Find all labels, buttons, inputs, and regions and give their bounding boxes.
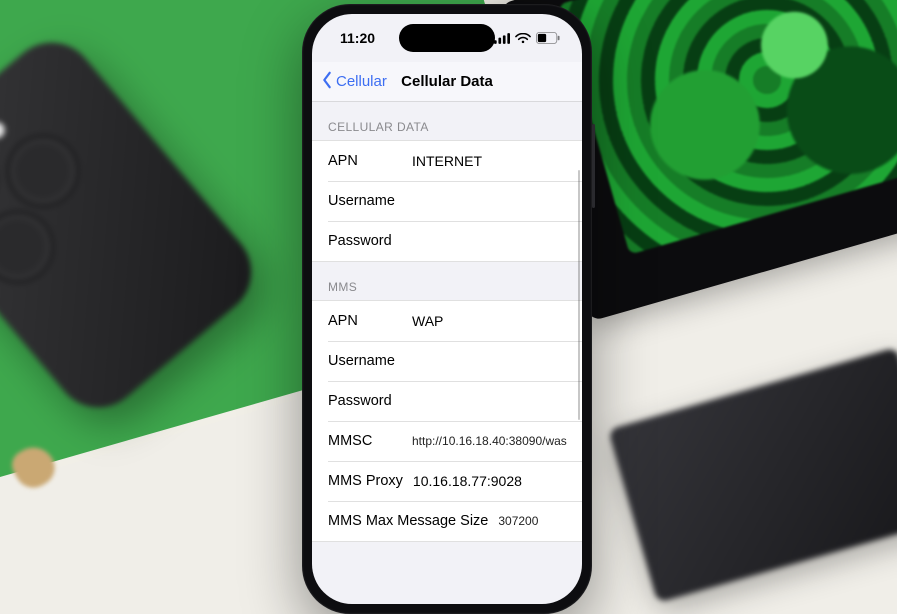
row-value: 307200 [498,514,566,528]
chevron-left-icon [320,71,334,93]
signal-icon [494,33,510,44]
status-time: 11:20 [340,30,375,46]
iphone-device-frame: 11:20 Cellular Cellular Data [302,4,592,614]
iphone-screen: 11:20 Cellular Cellular Data [312,14,582,604]
section-header-mms: MMS [312,262,582,300]
row-label: MMS Proxy [328,473,403,489]
mms-max-size-field[interactable]: MMS Max Message Size 307200 [312,501,582,541]
mms-password-field[interactable]: Password [312,381,582,421]
mms-list: APN WAP Username Password MMSC http://10… [312,300,582,542]
row-label: Username [328,193,412,209]
mmsc-field[interactable]: MMSC http://10.16.18.40:38090/was [312,421,582,461]
row-value: 10.16.18.77:9028 [413,473,566,489]
back-label: Cellular [336,73,387,90]
row-label: APN [328,313,412,329]
scrollbar[interactable] [578,170,580,420]
back-button[interactable]: Cellular [320,71,387,93]
nav-bar: Cellular Cellular Data [312,62,582,102]
wifi-icon [515,33,531,44]
cellular-data-list: APN INTERNET Username Password [312,140,582,262]
row-label: MMSC [328,433,412,449]
row-label: APN [328,153,412,169]
row-value: INTERNET [412,153,566,169]
row-label: MMS Max Message Size [328,513,488,529]
mms-proxy-field[interactable]: MMS Proxy 10.16.18.77:9028 [312,461,582,501]
mms-apn-field[interactable]: APN WAP [312,301,582,341]
row-value: WAP [412,313,566,329]
apn-field[interactable]: APN INTERNET [312,141,582,181]
username-field[interactable]: Username [312,181,582,221]
password-field[interactable]: Password [312,221,582,261]
row-label: Password [328,393,412,409]
row-label: Username [328,353,412,369]
section-header-cellular-data: CELLULAR DATA [312,102,582,140]
row-label: Password [328,233,412,249]
battery-icon [536,32,560,44]
dynamic-island [399,24,495,52]
mms-username-field[interactable]: Username [312,341,582,381]
row-value: http://10.16.18.40:38090/was [412,434,567,448]
